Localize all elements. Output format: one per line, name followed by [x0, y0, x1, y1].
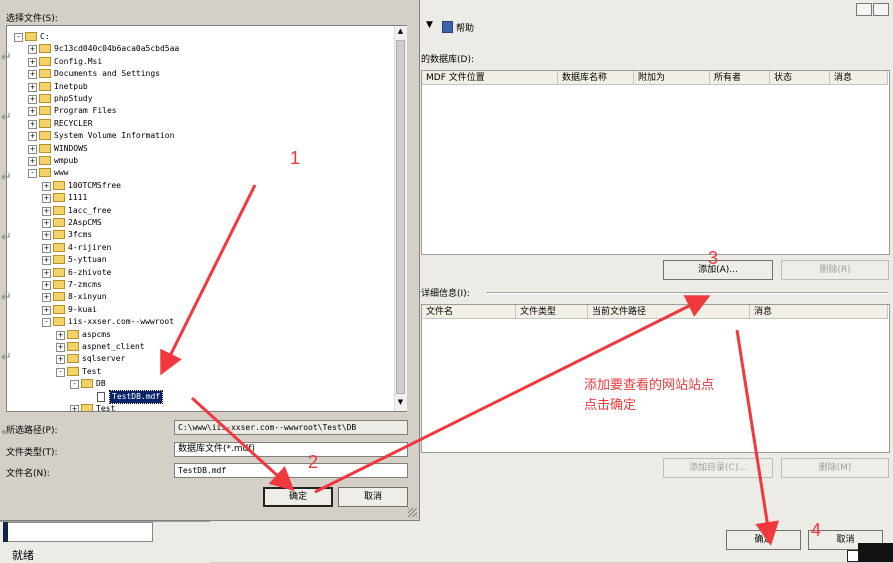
annotation-note-line2: 点击确定: [584, 397, 637, 412]
arrow-step-2: [190, 396, 295, 492]
arrow-step-1: [160, 184, 257, 376]
annotation-step-4: 4: [811, 520, 822, 540]
annotation-step-1: 1: [290, 148, 301, 168]
arrow-step-3: [314, 295, 711, 494]
annotation-step-2: 2: [308, 452, 319, 472]
annotation-arrows: [160, 184, 780, 546]
arrow-step-4: [735, 329, 780, 546]
annotation-note-line1: 添加要查看的网站站点: [584, 377, 715, 392]
annotation-step-3: 3: [708, 248, 719, 268]
